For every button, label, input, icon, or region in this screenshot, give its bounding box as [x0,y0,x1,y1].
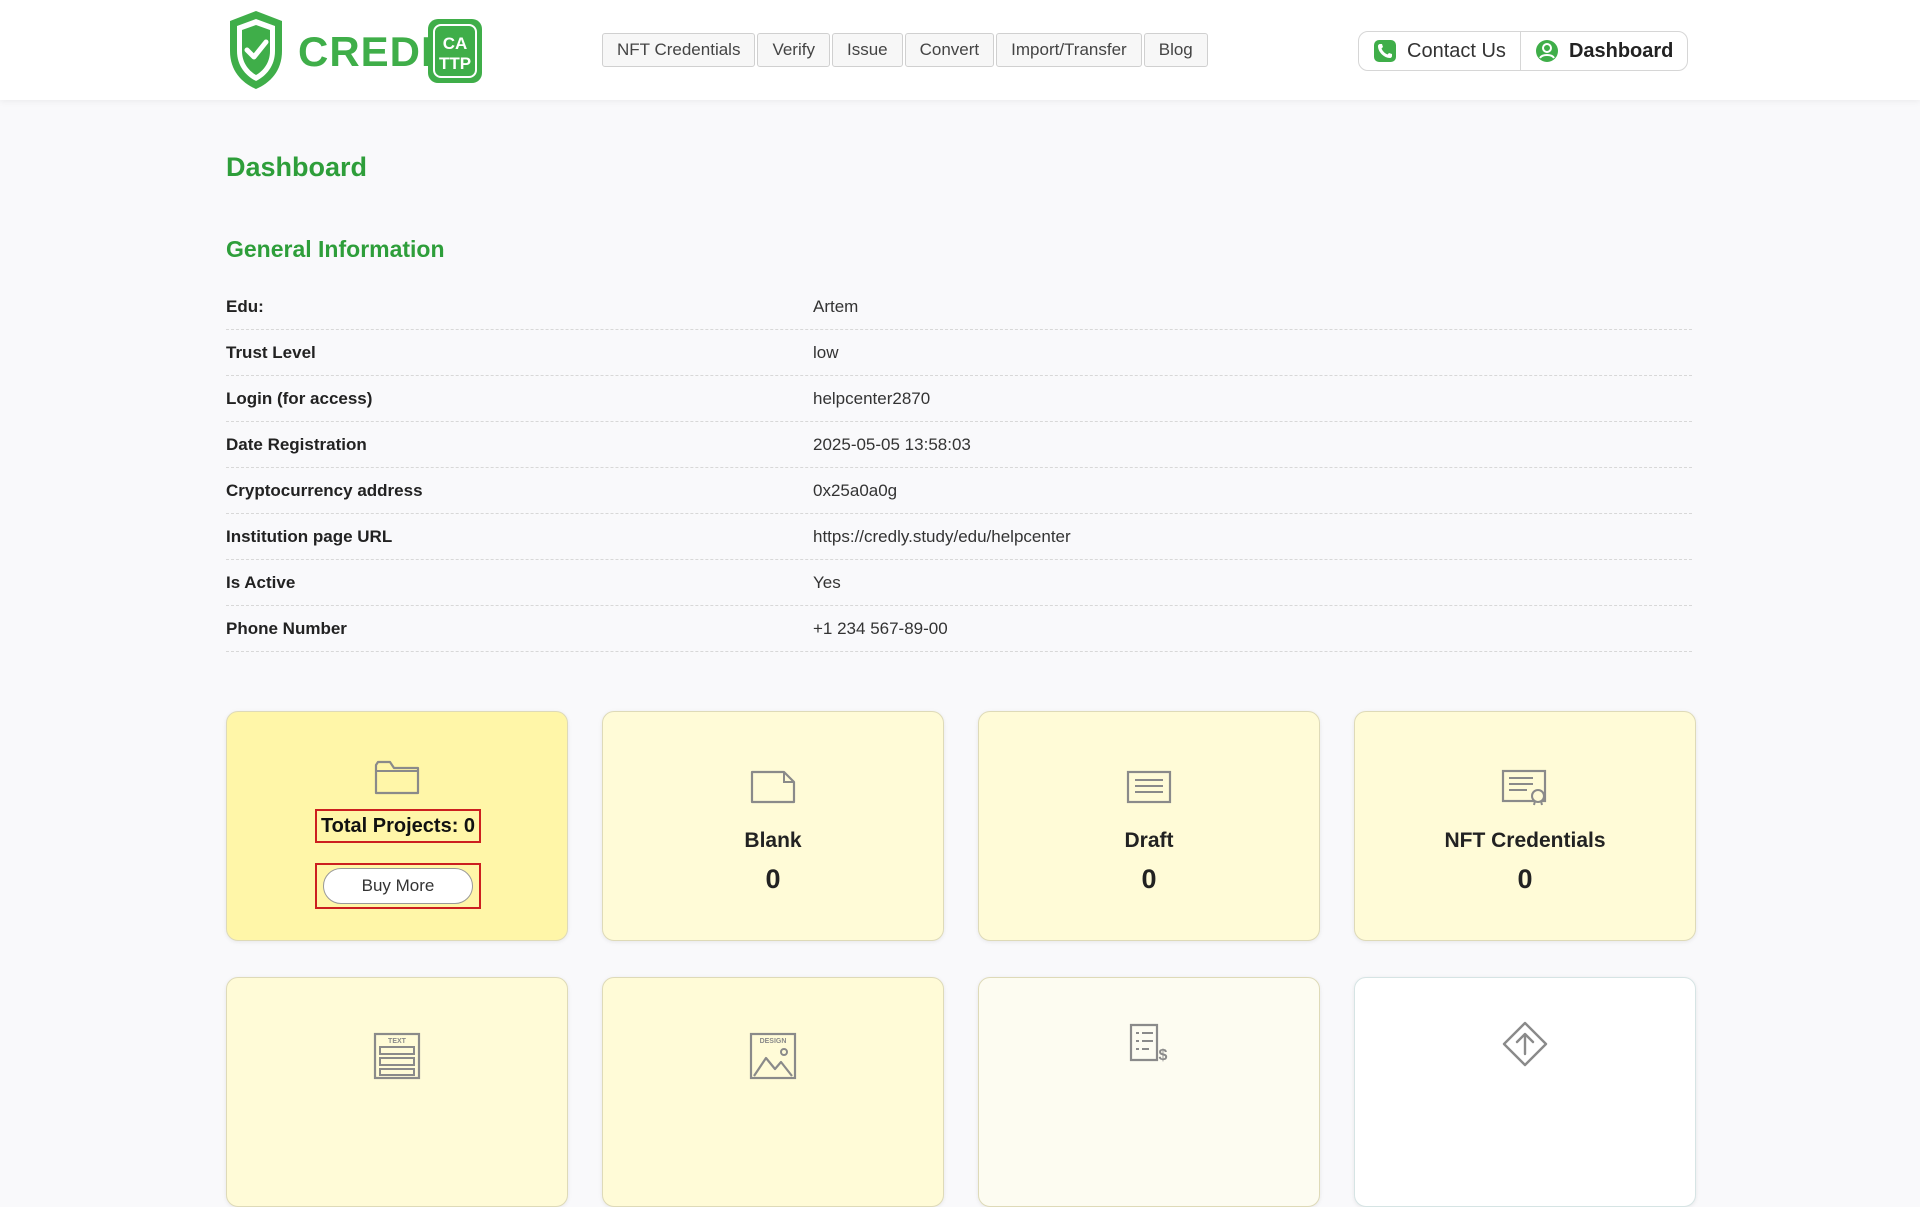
card-label: Blank [744,829,802,852]
nft-credentials-card[interactable]: NFT Credentials 0 [1354,711,1696,941]
svg-text:TEXT: TEXT [388,1038,407,1045]
info-label: Is Active [226,572,296,592]
info-value: +1 234 567-89-00 [813,618,948,638]
credly-logo[interactable]: CREDLY CA TTP [226,9,484,91]
info-label: Trust Level [226,342,316,362]
top-header: CREDLY CA TTP NFT Credentials Verify Iss… [0,0,1920,100]
info-value: 2025-05-05 13:58:03 [813,434,971,454]
phone-icon [1374,40,1396,62]
card-count: 0 [765,864,781,894]
draft-card[interactable]: Draft 0 [978,711,1320,941]
info-value: Artem [813,296,859,316]
text-template-icon: TEXT [373,1032,421,1080]
info-label: Date Registration [226,434,367,454]
dashboard-label: Dashboard [1568,39,1674,62]
contact-us-label: Contact Us [1407,39,1506,62]
blank-card[interactable]: Blank 0 [602,711,944,941]
svg-text:TTP: TTP [439,54,471,73]
info-value: low [813,342,839,362]
info-value: Yes [813,572,841,592]
stats-cards: Total Projects: 0 Buy More Blank 0 Draft… [226,711,1696,1207]
info-label: Phone Number [226,618,347,638]
design-template-card[interactable]: DESIGN [602,977,944,1207]
info-row-trust-level: Trust Level low [226,330,1692,376]
folder-icon [374,760,420,795]
total-projects-card: Total Projects: 0 Buy More [226,711,568,941]
nav-convert[interactable]: Convert [904,33,995,67]
info-label: Edu: [226,296,264,316]
card-label: NFT Credentials [1444,829,1606,852]
section-title: General Information [226,236,445,262]
info-label: Login (for access) [226,388,373,408]
main-nav: NFT Credentials Verify Issue Convert Imp… [602,33,1208,67]
contact-us-button[interactable]: Contact Us [1359,32,1520,70]
design-template-icon: DESIGN [749,1032,797,1080]
invoice-icon: $ [1129,1023,1168,1064]
svg-text:DESIGN: DESIGN [760,1038,787,1045]
certificate-icon [1501,769,1547,806]
nav-import-transfer[interactable]: Import/Transfer [996,33,1142,67]
nav-nft-credentials[interactable]: NFT Credentials [602,33,756,67]
general-info-table: Edu: Artem Trust Level low Login (for ac… [226,284,1692,652]
info-value: 0x25a0a0g [813,480,898,500]
card-count: 0 [1141,864,1157,894]
info-value: helpcenter2870 [813,388,931,408]
info-label: Cryptocurrency address [226,480,423,500]
info-row-edu: Edu: Artem [226,284,1692,330]
header-actions: Contact Us Dashboard [1358,31,1689,71]
info-label: Institution page URL [226,526,393,546]
svg-text:CA: CA [443,34,468,53]
upload-diamond-icon [1502,1021,1548,1067]
dashboard-button[interactable]: Dashboard [1519,32,1687,70]
total-projects-count: Total Projects: 0 [315,809,481,843]
blank-document-icon [750,770,796,804]
info-row-institution-url: Institution page URL https://credly.stud… [226,514,1692,560]
info-row-date-registration: Date Registration 2025-05-05 13:58:03 [226,422,1692,468]
buy-more-highlight: Buy More [315,863,481,909]
card-count: 0 [1517,864,1533,894]
info-row-phone-number: Phone Number +1 234 567-89-00 [226,606,1692,652]
user-circle-icon [1535,40,1558,62]
upload-card[interactable] [1354,977,1696,1207]
info-row-is-active: Is Active Yes [226,560,1692,606]
text-template-card[interactable]: TEXT [226,977,568,1207]
card-label: Draft [1124,829,1174,852]
info-row-crypto-address: Cryptocurrency address 0x25a0a0g [226,468,1692,514]
page-title: Dashboard [226,152,368,182]
nav-issue[interactable]: Issue [831,33,903,67]
draft-document-icon [1126,770,1172,804]
nav-blog[interactable]: Blog [1143,33,1208,67]
institution-url-link[interactable]: https://credly.study/edu/helpcenter [813,527,1071,547]
invoice-card[interactable]: $ [978,977,1320,1207]
svg-text:$: $ [1159,1047,1168,1064]
nav-verify[interactable]: Verify [757,33,830,67]
buy-more-button[interactable]: Buy More [323,868,473,904]
info-row-login: Login (for access) helpcenter2870 [226,376,1692,422]
